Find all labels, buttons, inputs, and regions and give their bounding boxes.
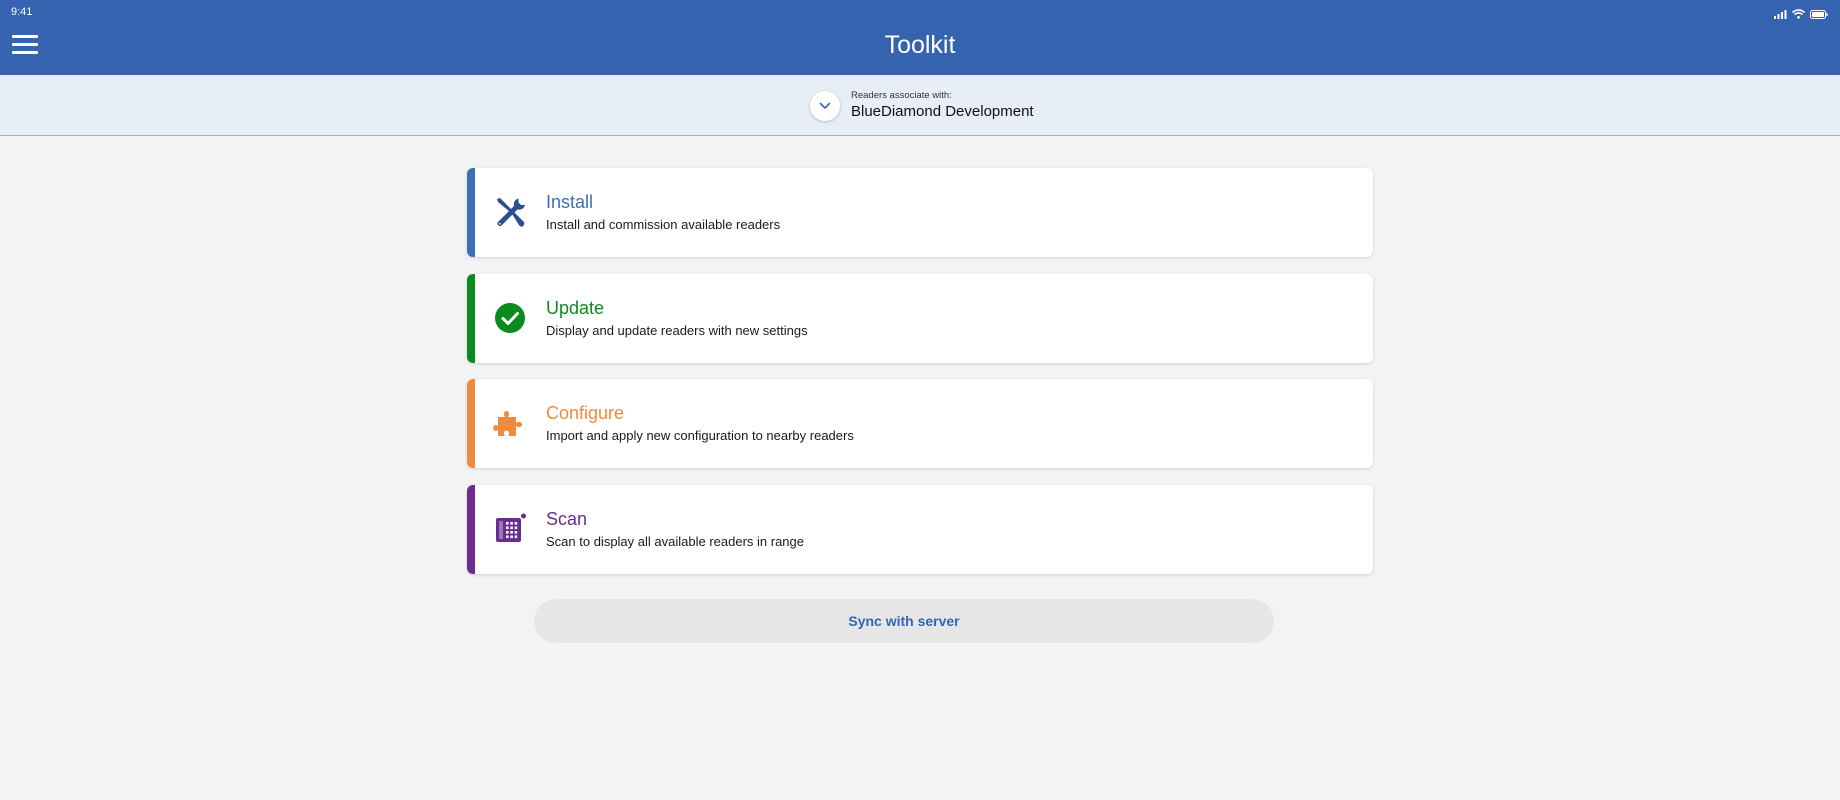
sync-with-server-button[interactable]: Sync with server <box>534 599 1274 643</box>
tools-icon <box>492 194 528 230</box>
check-circle-icon <box>492 300 528 336</box>
scan-card-title: Scan <box>546 509 588 529</box>
install-card[interactable]: Install Install and commission available… <box>467 168 1373 257</box>
puzzle-icon <box>492 405 528 441</box>
update-card-accent <box>467 274 475 363</box>
scan-card[interactable]: Scan Scan to display all available reade… <box>467 485 1373 574</box>
scan-card-description: Scan to display all available readers in… <box>546 534 804 549</box>
reader-keypad-icon <box>492 511 528 547</box>
app-header: 9:41 Toolkit <box>0 0 1840 75</box>
status-time: 9:41 <box>11 6 33 18</box>
association-bar: Readers associate with: BlueDiamond Deve… <box>0 75 1840 136</box>
battery-icon <box>1810 6 1828 24</box>
update-card-description: Display and update readers with new sett… <box>546 323 808 338</box>
page-title: Toolkit <box>884 31 956 59</box>
wifi-icon <box>1791 6 1806 24</box>
configure-card-description: Import and apply new configuration to ne… <box>546 428 854 443</box>
association-label: Readers associate with: <box>851 90 952 101</box>
scan-card-accent <box>467 485 475 574</box>
install-card-accent <box>467 168 475 257</box>
association-selector[interactable]: Readers associate with: BlueDiamond Deve… <box>810 90 1034 121</box>
update-card[interactable]: Update Display and update readers with n… <box>467 274 1373 363</box>
install-card-description: Install and commission available readers <box>546 217 781 232</box>
association-dropdown-button[interactable] <box>810 90 840 121</box>
association-value: BlueDiamond Development <box>851 103 1034 120</box>
configure-card-accent <box>467 379 475 468</box>
signal-icon <box>1774 6 1787 24</box>
install-card-title: Install <box>546 192 594 212</box>
status-icons <box>1774 6 1828 24</box>
configure-card[interactable]: Configure Import and apply new configura… <box>467 379 1373 468</box>
chevron-down-icon <box>819 102 831 109</box>
update-card-title: Update <box>546 298 605 318</box>
configure-card-title: Configure <box>546 403 625 423</box>
